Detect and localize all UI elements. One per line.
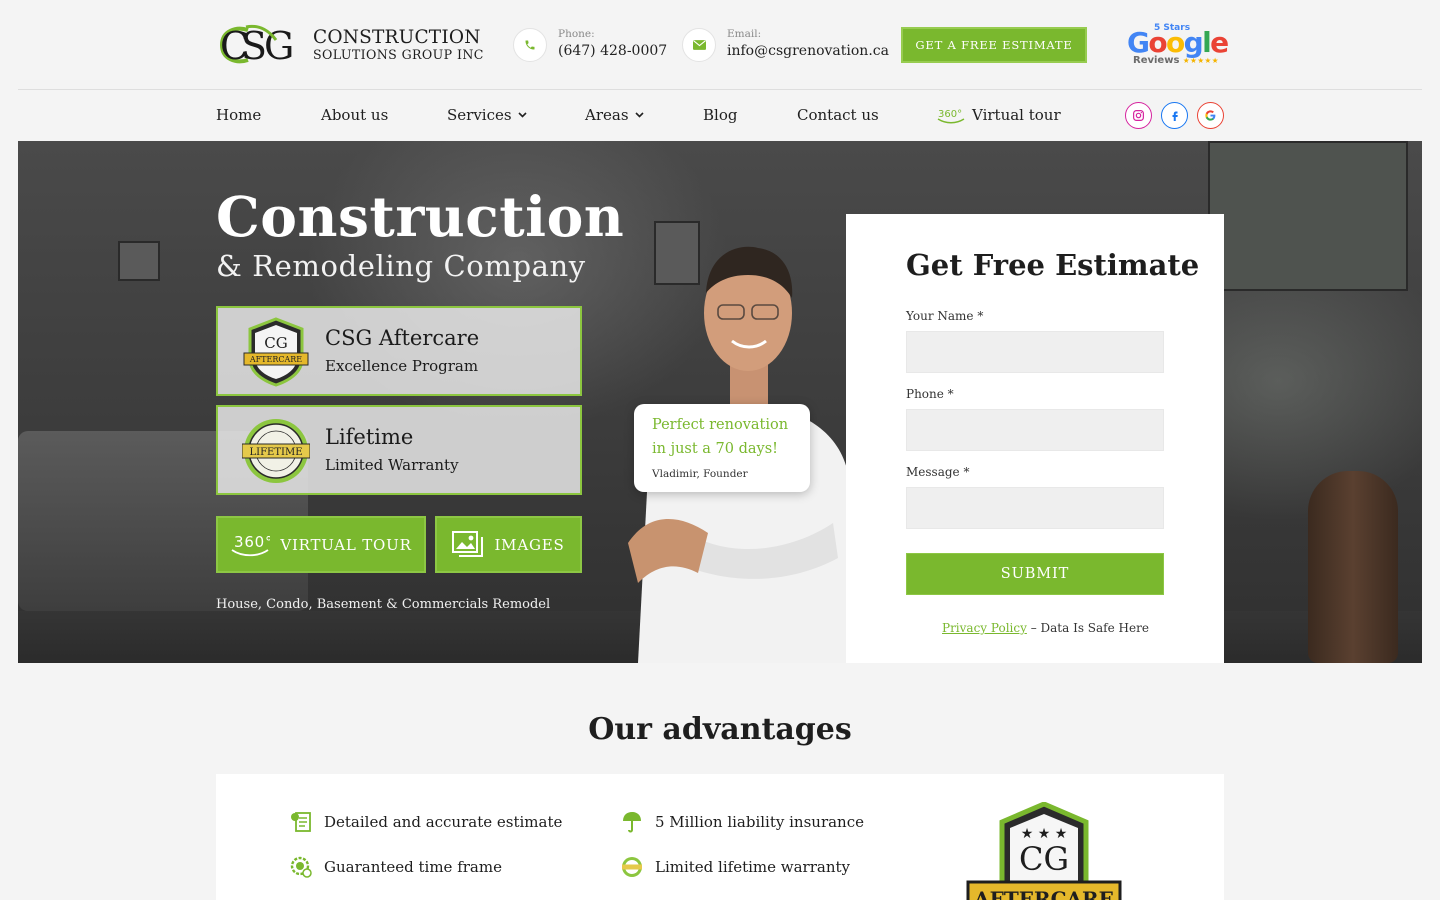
svg-text:CG: CG [264, 334, 287, 352]
advantage-item: 5 Million liability insurance [620, 810, 864, 834]
hero-title: Construction [216, 184, 625, 249]
warranty-seal-icon: LIFETIME [242, 419, 310, 483]
warranty-card[interactable]: LIFETIME Lifetime Limited Warranty [216, 405, 582, 495]
svg-text:360°: 360° [234, 533, 270, 551]
privacy-note: Privacy Policy – Data Is Safe Here [942, 621, 1149, 635]
free-estimate-button[interactable]: GET A FREE ESTIMATE [901, 27, 1087, 63]
phone-number[interactable]: (647) 428-0007 [558, 43, 667, 59]
nav-home-label: Home [216, 106, 262, 124]
virtual-tour-button[interactable]: 360° VIRTUAL TOUR [216, 516, 426, 573]
advantage-item: Guaranteed time frame [289, 855, 502, 879]
warranty-title: Lifetime [325, 425, 414, 449]
warranty-subtitle: Limited Warranty [325, 456, 459, 474]
name-field[interactable] [906, 331, 1164, 373]
advantage-item: Limited lifetime warranty [620, 855, 850, 879]
phone-field-label: Phone * [906, 387, 954, 401]
name-label: Your Name * [906, 309, 984, 323]
google-reviews-label: Reviews ★★★★★ [1133, 55, 1219, 66]
wall-picture [118, 241, 160, 281]
360-icon: 360° [937, 109, 965, 124]
nav-virtual-tour[interactable]: 360° Virtual tour [936, 106, 1061, 124]
nav-blog[interactable]: Blog [703, 106, 737, 124]
nav-areas[interactable]: Areas [585, 106, 644, 124]
advantages-card: Detailed and accurate estimate 5 Million… [216, 774, 1224, 900]
message-field[interactable] [906, 487, 1164, 529]
privacy-policy-link[interactable]: Privacy Policy [942, 621, 1027, 635]
nav-contact[interactable]: Contact us [797, 106, 879, 124]
google-icon[interactable] [1197, 102, 1224, 129]
virtual-tour-label: VIRTUAL TOUR [280, 535, 412, 554]
nav-contact-label: Contact us [797, 106, 879, 124]
header-email[interactable]: Email: info@csgrenovation.ca [682, 26, 889, 66]
umbrella-insurance-icon [620, 810, 644, 834]
svg-text:LIFETIME: LIFETIME [250, 447, 303, 458]
nav-services-label: Services [447, 106, 512, 124]
svg-text:AFTERCARE: AFTERCARE [249, 355, 302, 364]
facebook-icon[interactable] [1161, 102, 1188, 129]
warranty-seal-icon [620, 855, 644, 879]
quote-author: Vladimir, Founder [652, 468, 748, 480]
aftercare-title: CSG Aftercare [325, 326, 480, 350]
nav-areas-label: Areas [585, 106, 629, 124]
nav-about-label: About us [321, 106, 389, 124]
privacy-text: – Data Is Safe Here [1026, 621, 1149, 635]
chevron-down-icon [518, 112, 527, 118]
aftercare-shield-icon: CG AFTERCARE [243, 317, 309, 387]
quote-line-1: Perfect renovation [652, 417, 789, 433]
main-nav: Home About us Services Areas Blog Contac… [0, 90, 1440, 141]
nav-virtual-tour-label: Virtual tour [972, 106, 1061, 124]
svg-text:AFTERCARE: AFTERCARE [973, 887, 1114, 900]
nav-blog-label: Blog [703, 106, 738, 124]
email-label: Email: [727, 28, 762, 40]
nav-about[interactable]: About us [321, 106, 388, 124]
logo-subtitle: SOLUTIONS GROUP INC [313, 47, 484, 62]
advantage-label: 5 Million liability insurance [655, 813, 864, 831]
360-icon: 360° [231, 533, 270, 556]
images-label: IMAGES [494, 535, 565, 554]
founder-quote: Perfect renovation in just a 70 days! Vl… [634, 404, 810, 492]
rating-stars-icon: ★★★★★ [1182, 56, 1220, 65]
company-logo[interactable]: C S G CONSTRUCTION SOLUTIONS GROUP INC [216, 22, 483, 68]
nav-home[interactable]: Home [216, 106, 261, 124]
advantage-label: Detailed and accurate estimate [324, 813, 563, 831]
email-address[interactable]: info@csgrenovation.ca [727, 43, 889, 59]
chevron-down-icon [634, 112, 644, 118]
gallery-icon [452, 530, 484, 557]
svg-text:CG: CG [1019, 840, 1069, 878]
submit-button[interactable]: SUBMIT [906, 553, 1164, 595]
quote-line-2: in just a 70 days! [652, 441, 778, 457]
message-label: Message * [906, 465, 970, 479]
phone-icon [513, 28, 547, 62]
hero-note: House, Condo, Basement & Commercials Rem… [216, 597, 551, 612]
mail-icon [682, 28, 716, 62]
images-button[interactable]: IMAGES [435, 516, 582, 573]
estimate-document-icon [289, 810, 313, 834]
header-phone[interactable]: Phone: (647) 428-0007 [513, 26, 667, 66]
site-header: C S G CONSTRUCTION SOLUTIONS GROUP INC P… [0, 0, 1440, 90]
logo-name: CONSTRUCTION [313, 27, 481, 48]
vase-image [1308, 471, 1398, 663]
estimate-form: Get Free Estimate Your Name * Phone * Me… [846, 214, 1224, 663]
advantages-title: Our advantages [588, 712, 852, 747]
reviews-text: Reviews [1133, 55, 1180, 66]
advantage-item: Detailed and accurate estimate [289, 810, 562, 834]
instagram-icon[interactable] [1125, 102, 1152, 129]
phone-label: Phone: [558, 28, 595, 40]
hero-subtitle: & Remodeling Company [216, 249, 586, 283]
aftercare-subtitle: Excellence Program [325, 357, 479, 375]
form-title: Get Free Estimate [906, 248, 1200, 282]
csg-logo-icon: C S G [220, 24, 294, 68]
phone-field[interactable] [906, 409, 1164, 451]
advantage-label: Guaranteed time frame [324, 858, 502, 876]
wall-art [1208, 141, 1408, 291]
clock-gear-icon [289, 855, 313, 879]
aftercare-card[interactable]: CG AFTERCARE CSG Aftercare Excellence Pr… [216, 306, 582, 396]
nav-services[interactable]: Services [447, 106, 527, 124]
aftercare-badge-icon: ★ ★ ★ CG AFTERCARE [966, 802, 1122, 900]
google-reviews-badge[interactable]: 5 Stars Google Reviews ★★★★★ [1127, 22, 1229, 70]
advantage-label: Limited lifetime warranty [655, 858, 850, 876]
svg-text:360°: 360° [938, 109, 962, 120]
